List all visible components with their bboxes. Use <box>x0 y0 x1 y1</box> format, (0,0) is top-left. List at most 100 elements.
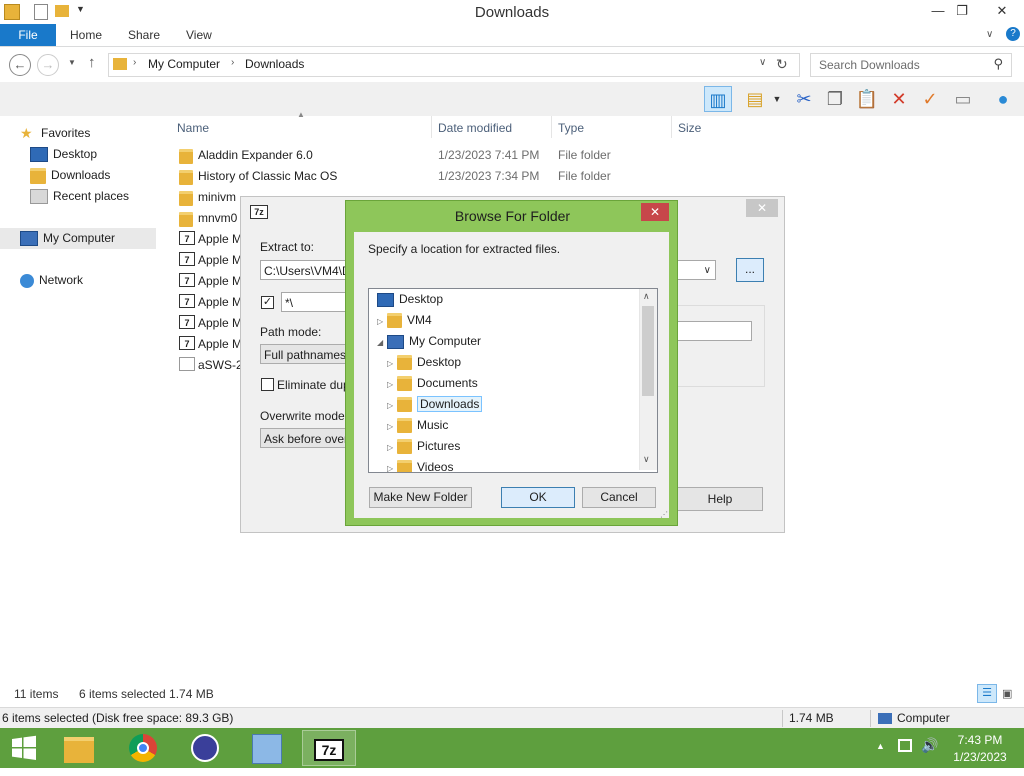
network-tray-icon[interactable] <box>898 739 912 752</box>
column-divider[interactable] <box>431 116 432 138</box>
file-row[interactable]: aSWS-2 <box>173 355 243 376</box>
eliminate-duplicates-checkbox[interactable] <box>261 378 274 391</box>
tab-home[interactable]: Home <box>70 24 102 46</box>
clock-date[interactable]: 1/23/2023 <box>940 750 1020 764</box>
column-divider[interactable] <box>551 116 552 138</box>
tab-share[interactable]: Share <box>128 24 160 46</box>
volume-icon[interactable]: 🔊 <box>921 737 938 754</box>
browse-close-button[interactable]: ✕ <box>641 203 669 221</box>
subfolder-checkbox[interactable]: ✓ <box>261 296 274 309</box>
column-name[interactable]: Name <box>177 118 209 138</box>
tree-node-desktop-sub[interactable]: ▷ Desktop <box>387 352 461 372</box>
globe-icon[interactable]: ● <box>990 86 1016 112</box>
recent-locations-icon[interactable]: ▼ <box>68 58 76 67</box>
delete-icon[interactable]: ✕ <box>886 86 912 112</box>
help-icon[interactable]: ? <box>1006 27 1020 41</box>
file-row[interactable]: mnvm0 <box>173 208 239 229</box>
breadcrumb-downloads[interactable]: Downloads <box>245 57 304 71</box>
column-divider[interactable] <box>671 116 672 138</box>
search-input[interactable]: Search Downloads ⚲ <box>810 53 1012 77</box>
file-row[interactable]: 7 Apple M <box>173 250 242 271</box>
tree-node-desktop[interactable]: Desktop <box>377 289 443 309</box>
password-input[interactable] <box>678 321 752 341</box>
up-button[interactable]: ↑ <box>88 54 96 71</box>
nav-desktop[interactable]: Desktop <box>30 144 97 165</box>
column-size[interactable]: Size <box>678 118 701 138</box>
maximize-button[interactable]: ❐ <box>947 0 977 22</box>
file-row[interactable]: Aladdin Expander 6.0 1/23/2023 7:41 PM F… <box>173 145 753 166</box>
start-button[interactable] <box>0 730 48 766</box>
tree-node-documents[interactable]: ▷ Documents <box>387 373 478 393</box>
expand-arrow-icon[interactable]: ▷ <box>387 375 397 395</box>
column-type[interactable]: Type <box>558 118 584 138</box>
forward-button[interactable]: → <box>37 54 59 76</box>
file-row[interactable]: 7 Apple M <box>173 292 242 313</box>
large-icons-view-icon[interactable]: ▣ <box>1002 684 1012 704</box>
details-view-icon[interactable]: ☰ <box>977 684 997 703</box>
installer-taskbar-button[interactable] <box>240 730 294 766</box>
expand-arrow-icon[interactable]: ▷ <box>387 354 397 374</box>
scroll-down-icon[interactable]: ∨ <box>643 454 650 465</box>
tree-scrollbar[interactable]: ∧ ∨ <box>639 289 657 470</box>
show-hidden-icons[interactable]: ▲ <box>876 741 885 751</box>
copy-icon[interactable]: ❐ <box>822 86 848 112</box>
tab-view[interactable]: View <box>186 24 212 46</box>
file-row[interactable]: 7 Apple M <box>173 271 242 292</box>
new-folder-icon[interactable]: ▤ <box>742 86 768 112</box>
nav-recent-places[interactable]: Recent places <box>30 186 129 207</box>
path-mode-select[interactable]: Full pathnames <box>260 344 346 364</box>
expand-arrow-icon[interactable]: ▷ <box>387 459 397 472</box>
scroll-thumb[interactable] <box>642 306 654 396</box>
tree-node-downloads[interactable]: ▷ Downloads <box>387 394 483 416</box>
collapse-arrow-icon[interactable]: ◢ <box>377 333 387 353</box>
extract-path-input[interactable]: C:\Users\VM4\D <box>260 260 350 280</box>
address-box[interactable]: › My Computer › Downloads ∨ <box>108 53 800 77</box>
cut-icon[interactable]: ✂ <box>791 86 817 112</box>
options-dropdown-icon[interactable]: ▼ <box>770 86 784 112</box>
breadcrumb-separator-icon[interactable]: › <box>133 57 136 68</box>
tree-node-music[interactable]: ▷ Music <box>387 415 448 435</box>
expand-arrow-icon[interactable]: ▷ <box>387 438 397 458</box>
file-row[interactable]: History of Classic Mac OS 1/23/2023 7:34… <box>173 166 753 187</box>
tree-node-my-computer[interactable]: ◢ My Computer <box>377 331 481 351</box>
extract-path-combo[interactable]: ∨ <box>678 260 716 280</box>
breadcrumb-my-computer[interactable]: My Computer <box>148 57 220 71</box>
rename-icon[interactable]: ▭ <box>950 86 976 112</box>
nav-network[interactable]: Network <box>20 270 83 291</box>
preview-pane-icon[interactable]: ▥ <box>704 86 732 112</box>
nav-downloads[interactable]: Downloads <box>30 165 110 186</box>
breadcrumb-separator-icon[interactable]: › <box>231 57 234 68</box>
file-row[interactable]: 7 Apple M <box>173 313 242 334</box>
chrome-taskbar-button[interactable] <box>116 730 170 766</box>
make-new-folder-button[interactable]: Make New Folder <box>369 487 472 508</box>
help-button[interactable]: Help <box>678 487 763 511</box>
tree-node-videos[interactable]: ▷ Videos <box>387 457 453 472</box>
chevron-down-icon[interactable]: ∨ <box>704 261 711 279</box>
file-row[interactable]: 7 Apple M <box>173 229 242 250</box>
app-taskbar-button[interactable] <box>178 730 232 766</box>
address-dropdown-icon[interactable]: ∨ <box>759 57 766 68</box>
search-icon[interactable]: ⚲ <box>993 56 1003 72</box>
column-date-modified[interactable]: Date modified <box>438 118 512 138</box>
nav-favorites[interactable]: ★ Favorites <box>20 123 90 144</box>
back-button[interactable]: ← <box>9 54 31 76</box>
clock-time[interactable]: 7:43 PM <box>940 733 1020 747</box>
expand-arrow-icon[interactable]: ▷ <box>387 417 397 437</box>
file-explorer-taskbar-button[interactable] <box>52 730 106 766</box>
nav-my-computer[interactable]: My Computer <box>0 228 156 249</box>
extract-close-button[interactable]: ✕ <box>746 199 778 217</box>
tab-file[interactable]: File <box>0 24 56 46</box>
folder-tree[interactable]: Desktop ▷ VM4 ◢ My Computer ▷ Desktop ▷ Docu… <box>368 288 658 473</box>
paste-icon[interactable]: 📋 <box>854 86 880 112</box>
refresh-button[interactable]: ↻ <box>776 56 788 73</box>
file-row[interactable]: 7 Apple M <box>173 334 242 355</box>
expand-arrow-icon[interactable]: ▷ <box>387 396 397 416</box>
sevenzip-taskbar-button[interactable]: 7z <box>302 730 356 766</box>
tree-node-pictures[interactable]: ▷ Pictures <box>387 436 460 456</box>
tree-node-vm4[interactable]: ▷ VM4 <box>377 310 432 330</box>
extract-browse-button[interactable]: ... <box>736 258 764 282</box>
subfolder-input[interactable]: *\ <box>281 292 345 312</box>
expand-ribbon-icon[interactable]: ∨ <box>986 24 993 46</box>
expand-arrow-icon[interactable]: ▷ <box>377 312 387 332</box>
close-button[interactable]: ✕ <box>982 0 1022 22</box>
